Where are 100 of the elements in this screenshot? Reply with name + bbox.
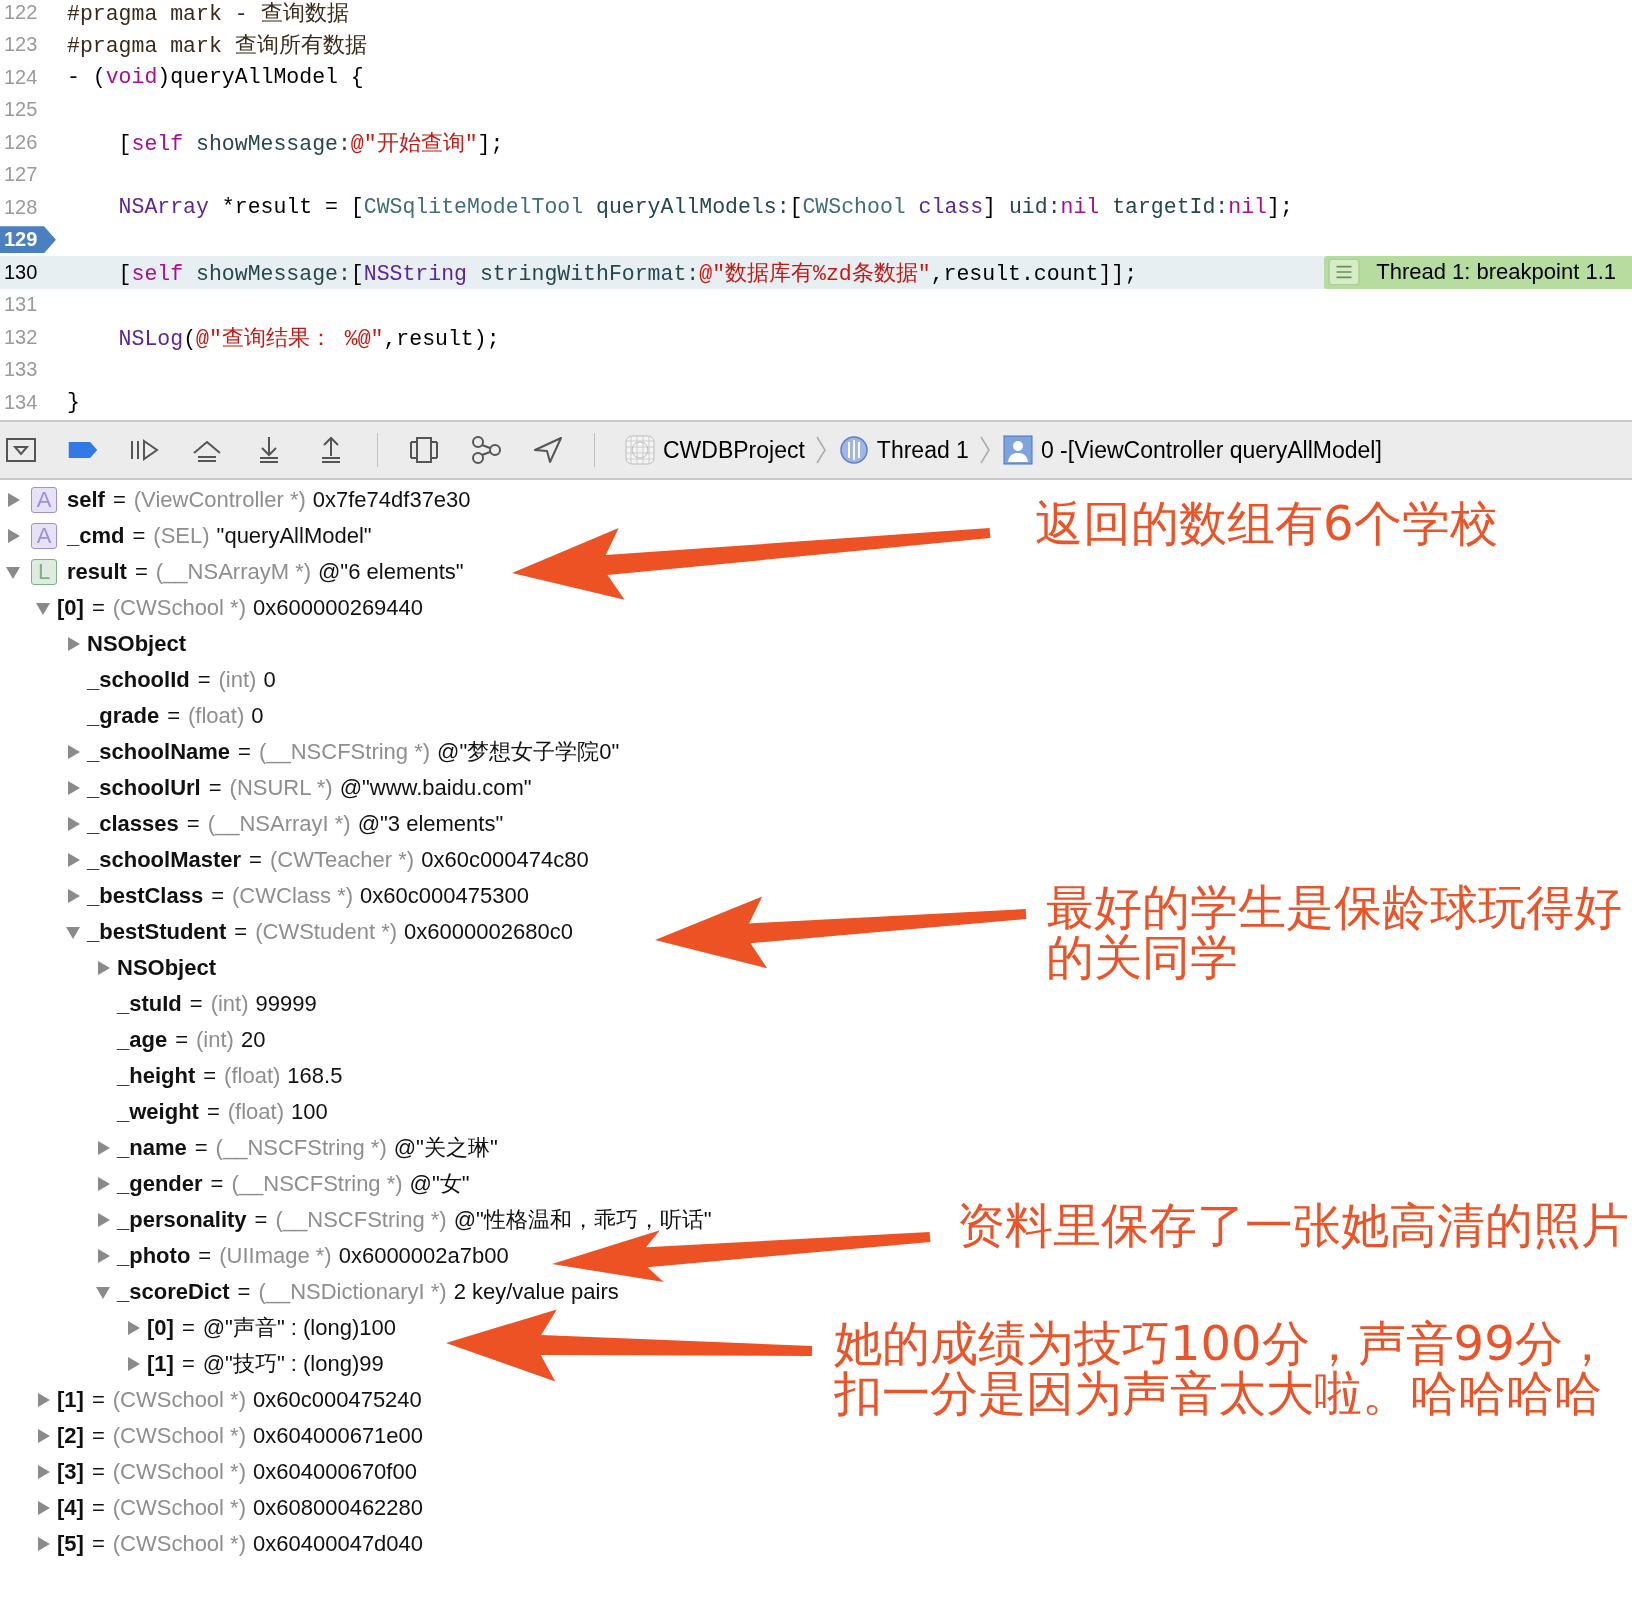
disclosure-triangle[interactable] bbox=[35, 1392, 51, 1408]
disclosure-triangle[interactable] bbox=[5, 528, 21, 544]
equals-sign: = bbox=[91, 1495, 105, 1521]
breakpoint-marker[interactable]: 129 bbox=[0, 226, 56, 254]
disclosure-triangle[interactable] bbox=[65, 744, 81, 760]
equals-sign: = bbox=[167, 703, 180, 729]
equals-sign: = bbox=[254, 1207, 268, 1233]
annotation-text: 返回的数组有6个学校 bbox=[1035, 498, 1498, 548]
disclosure-triangle[interactable] bbox=[95, 1140, 111, 1156]
variable-type: (float) bbox=[188, 703, 245, 729]
disclosure-triangle[interactable] bbox=[35, 1536, 51, 1552]
disclosure-triangle[interactable] bbox=[95, 1176, 111, 1192]
disclosure-triangle[interactable] bbox=[65, 780, 81, 796]
variable-type: (__NSCFString *) bbox=[275, 1207, 447, 1233]
disclosure-triangle[interactable] bbox=[35, 1464, 51, 1480]
hide-panel-icon[interactable] bbox=[5, 436, 37, 464]
variable-type: (CWSchool *) bbox=[112, 1495, 246, 1521]
variable-type: (__NSArrayI *) bbox=[207, 811, 351, 837]
variable-type: (CWSchool *) bbox=[112, 1387, 246, 1413]
variable-type: (UIImage *) bbox=[219, 1243, 332, 1269]
disclosure-triangle[interactable] bbox=[65, 888, 81, 904]
variable-name: NSObject bbox=[87, 631, 187, 657]
variable-name: _schoolId bbox=[87, 667, 190, 693]
variable-name: _weight bbox=[117, 1099, 199, 1125]
variable-value: @"声音" : (long)100 bbox=[202, 1314, 396, 1342]
disclosure-triangle[interactable] bbox=[35, 1428, 51, 1444]
code-line: #pragma mark - 查询数据 bbox=[67, 0, 349, 27]
variable-name: result bbox=[67, 559, 127, 585]
disclosure-triangle[interactable] bbox=[95, 960, 111, 976]
disclosure-triangle[interactable] bbox=[35, 1500, 51, 1516]
variable-value: @"3 elements" bbox=[357, 811, 504, 837]
chevron-icon bbox=[978, 435, 991, 465]
line-number: 125 bbox=[3, 98, 38, 122]
equals-sign: = bbox=[91, 1531, 105, 1557]
view-hierarchy-icon[interactable] bbox=[408, 436, 440, 464]
equals-sign: = bbox=[211, 883, 225, 909]
variable-type: (CWStudent *) bbox=[255, 919, 398, 945]
disclosure-triangle[interactable] bbox=[95, 1212, 111, 1228]
breadcrumb[interactable]: CWDBProject bbox=[663, 436, 805, 464]
equals-sign: = bbox=[197, 667, 211, 693]
disclosure-triangle[interactable] bbox=[65, 924, 81, 940]
equals-sign: = bbox=[249, 847, 262, 873]
equals-sign: = bbox=[112, 487, 126, 513]
variable-value: 0x604000671e00 bbox=[253, 1423, 424, 1449]
variable-name: _bestClass bbox=[87, 883, 204, 909]
equals-sign: = bbox=[238, 739, 251, 765]
disclosure-triangle[interactable] bbox=[125, 1356, 141, 1372]
equals-sign: = bbox=[206, 1099, 220, 1125]
disclosure-triangle[interactable] bbox=[125, 1320, 141, 1336]
variable-name: _bestStudent bbox=[87, 919, 227, 945]
continue-icon[interactable] bbox=[129, 436, 161, 464]
variable-name: [0] bbox=[57, 595, 84, 621]
variable-value: 168.5 bbox=[287, 1063, 343, 1089]
variable-type: (__NSCFString *) bbox=[215, 1135, 387, 1161]
variable-name: [5] bbox=[57, 1531, 84, 1557]
line-number: 122 bbox=[3, 0, 38, 24]
code-line: [self showMessage:[NSString stringWithFormat:@"数据库有%zd条数据",result.count]]; bbox=[117, 260, 1138, 287]
line-number: 123 bbox=[3, 33, 38, 57]
equals-sign: = bbox=[175, 1027, 188, 1053]
location-icon[interactable] bbox=[532, 436, 564, 464]
variable-kind-badge: L bbox=[31, 559, 57, 585]
variable-value: 0x60c000475300 bbox=[360, 883, 529, 909]
variable-value: 0x7fe74df37e30 bbox=[312, 487, 471, 513]
variable-value: 0x608000462280 bbox=[253, 1495, 424, 1521]
equals-sign: = bbox=[203, 1063, 217, 1089]
disclosure-triangle[interactable] bbox=[95, 1284, 111, 1300]
disclosure-triangle[interactable] bbox=[5, 564, 21, 580]
equals-sign: = bbox=[198, 1243, 212, 1269]
annotation-text: 最好的学生是保龄球玩得好 的关同学 bbox=[1046, 882, 1622, 982]
line-number: 130 bbox=[3, 260, 38, 284]
disclosure-triangle[interactable] bbox=[65, 852, 81, 868]
variable-name: _scoreDict bbox=[117, 1279, 230, 1305]
line-number: 133 bbox=[3, 358, 38, 382]
breadcrumb[interactable]: 0 -[ViewController queryAllModel] bbox=[1040, 436, 1382, 464]
equals-sign: = bbox=[234, 919, 248, 945]
variable-type: (CWSchool *) bbox=[112, 1531, 246, 1557]
breadcrumb[interactable]: Thread 1 bbox=[876, 436, 969, 464]
disclosure-triangle[interactable] bbox=[65, 636, 81, 652]
equals-sign: = bbox=[91, 1459, 105, 1485]
line-number: 127 bbox=[3, 163, 38, 187]
variable-type: (ViewController *) bbox=[133, 487, 306, 513]
disclosure-triangle[interactable] bbox=[5, 492, 21, 508]
app-grid-icon bbox=[625, 435, 655, 465]
annotation-text: 资料里保存了一张她高清的照片 bbox=[957, 1200, 1629, 1250]
variable-value: 0x604000670f00 bbox=[253, 1459, 417, 1485]
variable-value: 0x60400047d040 bbox=[253, 1531, 424, 1557]
disclosure-triangle[interactable] bbox=[95, 1248, 111, 1264]
user-silhouette-icon bbox=[1002, 435, 1033, 465]
variable-type: (CWClass *) bbox=[232, 883, 354, 909]
memory-graph-icon[interactable] bbox=[470, 436, 502, 464]
variable-name: [0] bbox=[147, 1315, 174, 1341]
equals-sign: = bbox=[134, 559, 148, 585]
disclosure-triangle[interactable] bbox=[65, 816, 81, 832]
variable-name: _photo bbox=[117, 1243, 191, 1269]
variable-type: (int) bbox=[210, 991, 249, 1017]
code-line: - (void)queryAllModel { bbox=[67, 65, 364, 90]
variable-name: _schoolMaster bbox=[87, 847, 242, 873]
disclosure-triangle[interactable] bbox=[35, 600, 51, 616]
variable-value: @"女" bbox=[409, 1170, 470, 1198]
equals-sign: = bbox=[194, 1135, 208, 1161]
